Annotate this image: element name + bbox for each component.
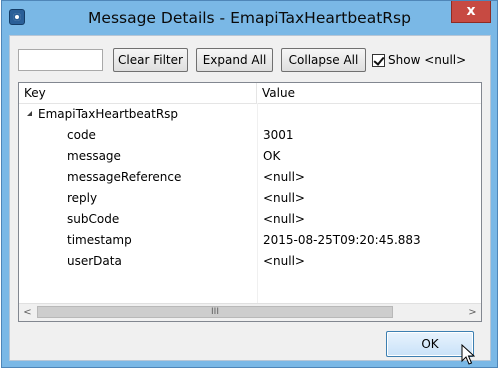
collapse-all-button[interactable]: Collapse All [281,48,366,72]
column-header-key[interactable]: Key [19,83,257,103]
row-value: <null> [263,254,305,268]
tree-root-row[interactable]: EmapiTaxHeartbeatRsp [19,104,481,125]
message-details-window: Message Details - EmapiTaxHeartbeatRsp x… [1,0,498,368]
row-value: OK [263,149,281,163]
message-tree-table[interactable]: Key Value EmapiTaxHeartbeatRsp code 3001… [18,82,482,322]
tree-root-key: EmapiTaxHeartbeatRsp [38,107,179,121]
mouse-pointer-icon [461,344,475,365]
show-null-label: Show <null> [388,53,467,67]
app-icon [9,9,25,25]
row-value: 3001 [263,128,294,142]
table-row[interactable]: userData <null> [19,251,481,272]
row-value: 2015-08-25T09:20:45.883 [263,233,421,247]
filter-input[interactable] [18,49,103,71]
clear-filter-button[interactable]: Clear Filter [113,48,188,72]
table-row[interactable]: reply <null> [19,188,481,209]
scroll-left-icon[interactable]: < [19,304,36,321]
show-null-checkbox[interactable] [372,53,385,67]
row-value: <null> [263,170,305,184]
row-value: <null> [263,212,305,226]
scroll-right-icon[interactable]: > [464,304,481,321]
horizontal-scrollbar[interactable]: < III > [19,303,481,321]
title-bar[interactable]: Message Details - EmapiTaxHeartbeatRsp x [2,1,497,35]
table-row[interactable]: messageReference <null> [19,167,481,188]
table-header: Key Value [19,83,481,104]
column-header-value[interactable]: Value [257,83,481,103]
row-value: <null> [263,191,305,205]
dialog-content: Clear Filter Expand All Collapse All Sho… [9,35,491,361]
table-row[interactable]: subCode <null> [19,209,481,230]
window-title: Message Details - EmapiTaxHeartbeatRsp [88,9,411,27]
close-button[interactable]: x [451,1,491,23]
table-row[interactable]: code 3001 [19,125,481,146]
expand-all-button[interactable]: Expand All [196,48,273,72]
show-null-toggle[interactable]: Show <null> [372,50,466,70]
table-row[interactable]: message OK [19,146,481,167]
expand-triangle-icon[interactable] [27,111,32,116]
table-row[interactable]: timestamp 2015-08-25T09:20:45.883 [19,230,481,251]
scroll-thumb[interactable]: III [37,306,393,318]
